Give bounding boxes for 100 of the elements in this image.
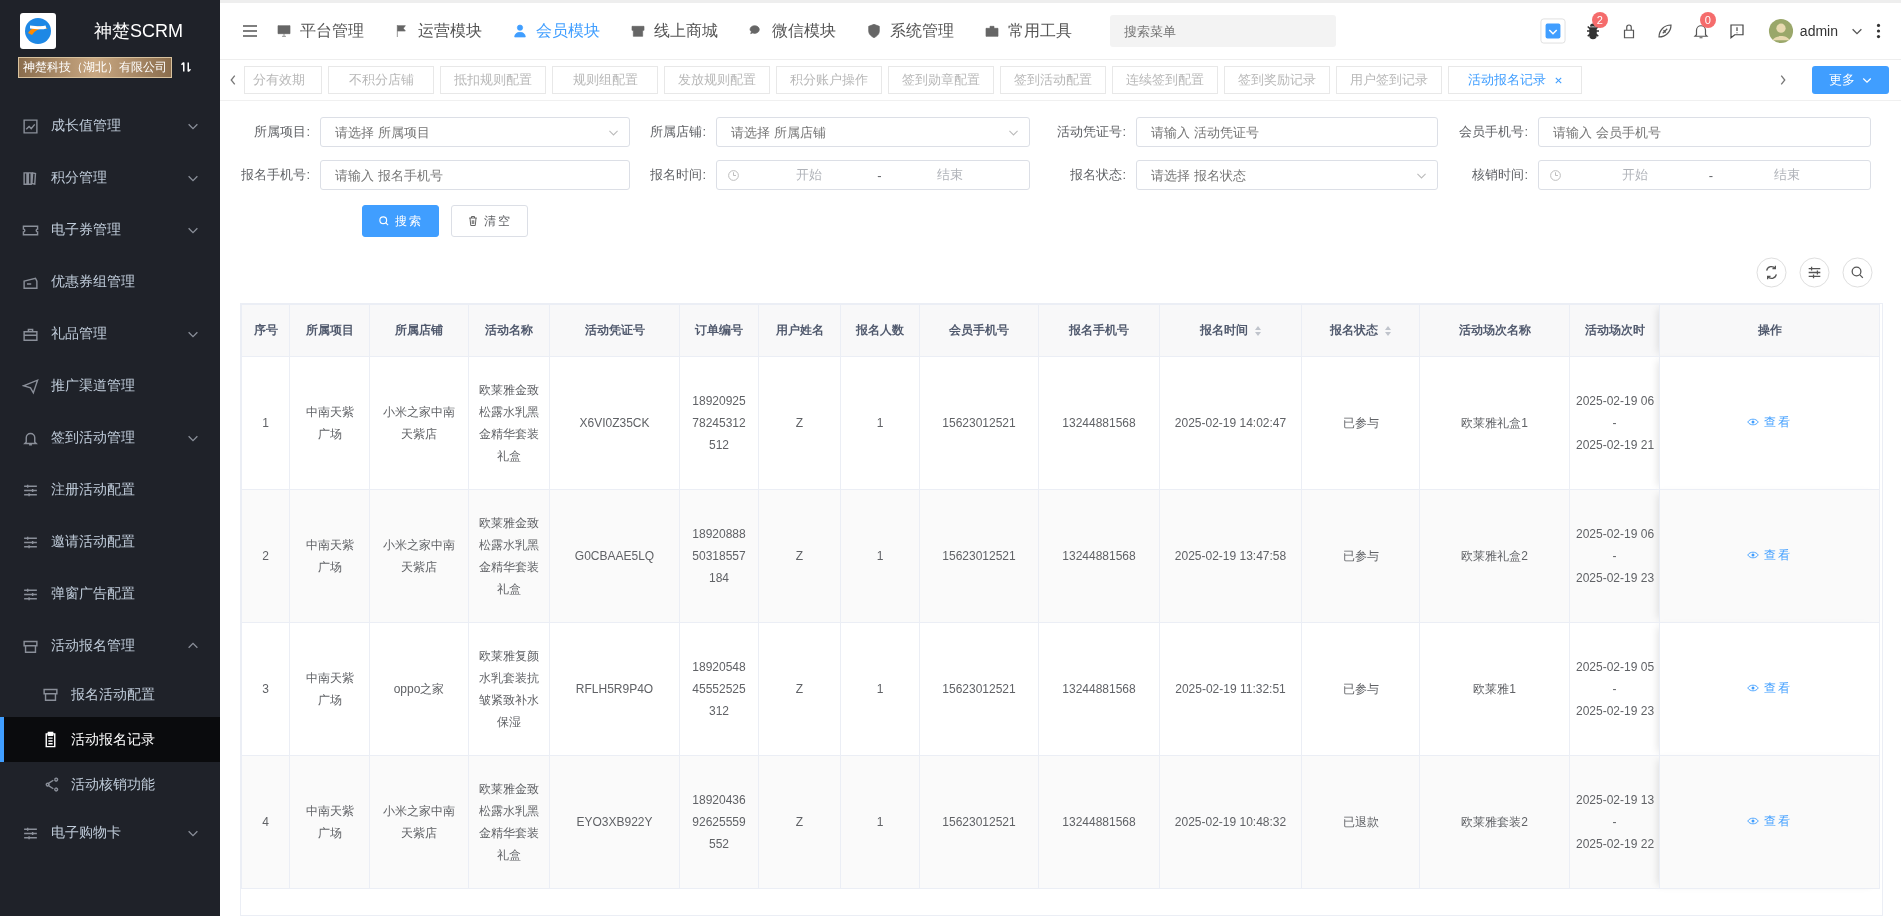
- notification-badge: 2: [1591, 12, 1608, 28]
- user-name[interactable]: admin: [1799, 23, 1838, 39]
- date-range-field[interactable]: 开始 - 结束: [1538, 160, 1871, 190]
- eye-icon: [1747, 682, 1759, 694]
- clock-icon: [1549, 168, 1562, 182]
- menu-search-field[interactable]: 搜索菜单: [1110, 15, 1336, 47]
- sidebar-menu-item[interactable]: 礼品管理: [0, 308, 220, 360]
- table-cell: Z: [758, 489, 841, 623]
- nav-tab[interactable]: 常用工具: [984, 20, 1072, 42]
- table-cell: 2025-02-19 13 - 2025-02-19 22: [1569, 755, 1660, 889]
- table-cell: 2025-02-19 06 - 2025-02-19 21: [1569, 356, 1660, 490]
- table-cell: 4: [241, 755, 290, 889]
- company-badge: 神楚科技（湖北）有限公司: [18, 56, 172, 78]
- scroll-right-icon[interactable]: [1778, 73, 1788, 87]
- sidebar-menu-item[interactable]: 活动核销功能: [0, 762, 220, 807]
- close-icon[interactable]: [1553, 75, 1563, 85]
- monitor-icon: [276, 23, 292, 39]
- table-cell: 中南天紫广场: [289, 489, 370, 623]
- table-cell: 中南天紫广场: [289, 755, 370, 889]
- table-cell: 2025-02-19 10:48:32: [1159, 755, 1302, 889]
- eye-icon: [1747, 416, 1759, 428]
- nav-tab[interactable]: 平台管理: [276, 20, 364, 42]
- table-cell: 欧莱雅礼盒2: [1419, 489, 1570, 623]
- refresh-button[interactable]: [1756, 257, 1787, 288]
- column-header: 会员手机号: [919, 304, 1039, 357]
- filter-label: 所属店铺:: [649, 123, 706, 141]
- input-field[interactable]: 请输入 报名手机号: [320, 160, 630, 190]
- paper-plane-icon: [22, 377, 39, 395]
- sidebar-menu-item[interactable]: 活动报名管理: [0, 620, 220, 672]
- table-cell: 1892043692625559552: [679, 755, 759, 889]
- store-icon: [42, 686, 59, 703]
- table-cell: Z: [758, 356, 841, 490]
- sidebar-menu-item[interactable]: 邀请活动配置: [0, 516, 220, 568]
- table-cell: 小米之家中南天紫店: [369, 489, 469, 623]
- sidebar-menu-item[interactable]: 积分管理: [0, 152, 220, 204]
- scroll-left-icon[interactable]: [228, 73, 238, 87]
- sidebar-menu-item[interactable]: 推广渠道管理: [0, 360, 220, 412]
- nav-tab[interactable]: 线上商城: [630, 20, 718, 42]
- sidebar-menu-item[interactable]: 电子券管理: [0, 204, 220, 256]
- select-field[interactable]: 请选择 所属项目: [320, 117, 630, 147]
- table-cell: 已参与: [1301, 622, 1420, 756]
- table-cell: 欧莱雅复颜水乳套装抗皱紧致补水保湿: [468, 622, 550, 756]
- sidebar-menu-item[interactable]: 活动报名记录: [0, 717, 220, 762]
- table-cell: 2025-02-19 14:02:47: [1159, 356, 1302, 490]
- eye-icon: [1747, 815, 1759, 827]
- toolbox-icon: [984, 23, 1000, 39]
- shield-icon: [866, 23, 882, 39]
- columns-button[interactable]: [1799, 257, 1830, 288]
- table-cell: RFLH5R9P4O: [549, 622, 680, 756]
- column-header: 活动场次名称: [1419, 304, 1570, 357]
- filter-label: 报名时间:: [649, 166, 706, 184]
- feedback-icon[interactable]: [1727, 22, 1746, 40]
- filter-label: 会员手机号:: [1458, 123, 1528, 141]
- table-cell: 3: [241, 622, 290, 756]
- sidebar-menu-item[interactable]: 签到活动管理: [0, 412, 220, 464]
- column-header: 活动凭证号: [549, 304, 680, 357]
- search-button[interactable]: [1842, 257, 1873, 288]
- clear-button[interactable]: 清空: [451, 205, 528, 237]
- menu-icon[interactable]: [242, 23, 258, 39]
- sidebar-menu-item[interactable]: 成长值管理: [0, 100, 220, 152]
- table-cell: 2025-02-19 13:47:58: [1159, 489, 1302, 623]
- table-cell: 13244881568: [1038, 622, 1160, 756]
- filter-label: 核销时间:: [1471, 166, 1528, 184]
- sidebar-menu-item[interactable]: 优惠券组管理: [0, 256, 220, 308]
- app-title: 神楚SCRM: [94, 19, 183, 43]
- bell-icon[interactable]: [1691, 22, 1710, 40]
- filter-label: 所属项目:: [253, 123, 310, 141]
- table-cell: 欧莱雅礼盒1: [1419, 356, 1570, 490]
- input-field[interactable]: 请输入 会员手机号: [1538, 117, 1871, 147]
- notification-badge: 0: [1699, 12, 1716, 28]
- table-cell: Z: [758, 622, 841, 756]
- avatar[interactable]: [1767, 18, 1794, 44]
- table-cell: 15623012521: [919, 489, 1039, 623]
- column-header: 活动场次时: [1569, 304, 1660, 357]
- table-cell: 15623012521: [919, 356, 1039, 490]
- sidebar-menu-item[interactable]: 电子购物卡: [0, 807, 220, 859]
- table-cell: 欧莱雅1: [1419, 622, 1570, 756]
- more-icon[interactable]: [1876, 23, 1881, 39]
- table-cell: 中南天紫广场: [289, 622, 370, 756]
- dropdown-button[interactable]: [1539, 18, 1566, 44]
- nav-tab[interactable]: 运营模块: [394, 20, 482, 42]
- table-cell: 中南天紫广场: [289, 356, 370, 490]
- sidebar-menu-item[interactable]: 报名活动配置: [0, 672, 220, 717]
- column-header: 报名状态: [1301, 304, 1420, 357]
- input-field[interactable]: 请输入 活动凭证号: [1136, 117, 1438, 147]
- select-field[interactable]: 请选择 所属店铺: [716, 117, 1030, 147]
- table-cell: 小米之家中南天紫店: [369, 755, 469, 889]
- select-field[interactable]: 请选择 报名状态: [1136, 160, 1438, 190]
- filter-label: 报名手机号:: [240, 166, 310, 184]
- sidebar-menu-item[interactable]: 弹窗广告配置: [0, 568, 220, 620]
- table-cell: 小米之家中南天紫店: [369, 356, 469, 490]
- eye-icon: [1747, 549, 1759, 561]
- date-range-field[interactable]: 开始 - 结束: [716, 160, 1030, 190]
- nav-tab[interactable]: 系统管理: [866, 20, 954, 42]
- books-icon: [22, 169, 39, 187]
- swap-icon[interactable]: [180, 60, 192, 74]
- trash-icon: [467, 215, 479, 227]
- table-cell: 1: [840, 489, 920, 623]
- sidebar-menu-item[interactable]: 注册活动配置: [0, 464, 220, 516]
- nav-tab[interactable]: 微信模块: [748, 20, 836, 42]
